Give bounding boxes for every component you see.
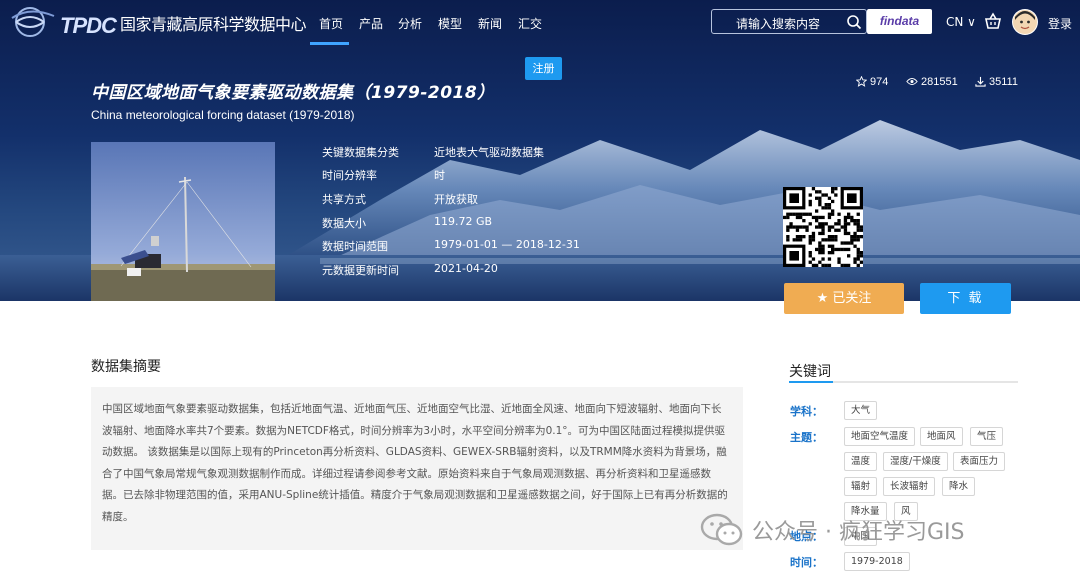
eye-icon bbox=[906, 78, 918, 85]
shopping-basket-icon[interactable] bbox=[984, 12, 1002, 30]
nav-home[interactable]: 首页 bbox=[319, 15, 343, 32]
login-link[interactable]: 登录 bbox=[1048, 15, 1072, 32]
stars-stat[interactable]: 974 bbox=[855, 75, 889, 88]
tpdc-logo[interactable]: TPDC bbox=[8, 4, 118, 40]
keyword-tag-theme[interactable]: 辐射 bbox=[844, 477, 878, 496]
abstract-panel: 中国区域地面气象要素驱动数据集，包括近地面气温、近地面气压、近地面空气比湿、近地… bbox=[91, 387, 743, 550]
findata-button[interactable]: findata bbox=[867, 9, 932, 34]
nav-news[interactable]: 新闻 bbox=[478, 15, 502, 32]
stars-count: 974 bbox=[870, 76, 889, 88]
keyword-tag-theme[interactable]: 温度 bbox=[844, 452, 878, 471]
keyword-tag-subject[interactable]: 大气 bbox=[844, 401, 878, 420]
search-icon[interactable] bbox=[846, 14, 862, 30]
keyword-tag-theme[interactable]: 湿度/干燥度 bbox=[883, 452, 948, 471]
star-icon bbox=[855, 75, 868, 87]
nav-products[interactable]: 产品 bbox=[359, 15, 383, 32]
downloads-count: 35111 bbox=[989, 76, 1018, 88]
search-input[interactable]: 请输入搜索内容 bbox=[711, 9, 867, 34]
qr-code bbox=[783, 187, 864, 268]
register-button[interactable]: 注册 bbox=[525, 57, 562, 80]
watermark: 公众号 · 疯狂学习GIS bbox=[700, 510, 1060, 550]
language-label: CN bbox=[946, 15, 964, 29]
nav-active-indicator bbox=[310, 42, 349, 45]
meta-value-sharing: 开放获取 bbox=[434, 193, 478, 206]
star-icon: ★ bbox=[816, 291, 833, 306]
dataset-subtitle: China meteorological forcing dataset (19… bbox=[91, 108, 355, 122]
keyword-tag-time[interactable]: 1979-2018 bbox=[844, 552, 910, 571]
top-navigation: TPDC 国家青藏高原科学数据中心 首页 产品 分析 模型 新闻 汇交 请输入搜… bbox=[0, 0, 1080, 45]
download-icon bbox=[975, 76, 986, 87]
keywords-divider-active bbox=[789, 381, 833, 383]
meta-label-time-range: 数据时间范围 bbox=[322, 240, 388, 253]
nav-submit[interactable]: 汇交 bbox=[518, 15, 542, 32]
keyword-tag-theme[interactable]: 地面空气温度 bbox=[844, 427, 916, 446]
abstract-heading: 数据集摘要 bbox=[91, 359, 161, 375]
meta-label-category: 关键数据集分类 bbox=[322, 146, 399, 159]
views-count: 281551 bbox=[921, 76, 958, 88]
findata-label: findata bbox=[879, 14, 920, 28]
keyword-tag-theme[interactable]: 地面风 bbox=[920, 427, 963, 446]
keyword-time-label: 时间： bbox=[790, 556, 823, 569]
follow-button[interactable]: ★ 已关注 bbox=[784, 283, 904, 314]
abstract-text: 中国区域地面气象要素驱动数据集，包括近地面气温、近地面气压、近地面空气比湿、近地… bbox=[102, 403, 728, 523]
user-avatar[interactable] bbox=[1012, 9, 1038, 35]
keyword-tag-theme[interactable]: 长波辐射 bbox=[883, 477, 936, 496]
page-root: TPDC 国家青藏高原科学数据中心 首页 产品 分析 模型 新闻 汇交 请输入搜… bbox=[0, 0, 1080, 572]
meta-label-time-resolution: 时间分辨率 bbox=[322, 169, 377, 182]
language-selector[interactable]: CN ∨ bbox=[946, 15, 976, 29]
meta-label-updated: 元数据更新时间 bbox=[322, 264, 399, 277]
keyword-subject-label: 学科： bbox=[790, 405, 823, 418]
views-stat: 281551 bbox=[906, 76, 958, 88]
globe-logo-icon bbox=[11, 7, 55, 37]
keywords-heading: 关键词 bbox=[789, 364, 831, 380]
keyword-tag-theme[interactable]: 降水 bbox=[942, 477, 976, 496]
meta-label-size: 数据大小 bbox=[322, 217, 366, 230]
meta-value-size: 119.72 GB bbox=[434, 215, 493, 228]
dataset-title: 中国区域地面气象要素驱动数据集（1979-2018） bbox=[91, 83, 495, 103]
nav-analysis[interactable]: 分析 bbox=[398, 15, 422, 32]
chevron-down-icon: ∨ bbox=[963, 15, 976, 29]
meta-label-sharing: 共享方式 bbox=[322, 193, 366, 206]
keyword-tag-theme[interactable]: 表面压力 bbox=[953, 452, 1006, 471]
wechat-icon bbox=[700, 513, 743, 546]
nav-models[interactable]: 模型 bbox=[438, 15, 462, 32]
dataset-thumbnail bbox=[91, 142, 275, 301]
watermark-text: 公众号 · 疯狂学习GIS bbox=[752, 520, 965, 545]
meta-value-category: 近地表大气驱动数据集 bbox=[434, 146, 544, 159]
search-placeholder: 请输入搜索内容 bbox=[736, 17, 821, 31]
avatar-icon bbox=[1013, 10, 1037, 34]
keyword-theme-label: 主题： bbox=[790, 431, 823, 444]
qr-code-icon bbox=[783, 187, 864, 268]
weather-station-image bbox=[91, 142, 275, 301]
follow-label: 已关注 bbox=[832, 291, 872, 306]
downloads-stat: 35111 bbox=[975, 76, 1018, 88]
keyword-tag-theme[interactable]: 气压 bbox=[970, 427, 1004, 446]
logo-text: TPDC bbox=[60, 13, 117, 38]
meta-value-time-resolution: 时 bbox=[434, 169, 445, 182]
site-name[interactable]: 国家青藏高原科学数据中心 bbox=[120, 11, 307, 35]
download-button[interactable]: 下 载 bbox=[920, 283, 1011, 314]
meta-value-updated: 2021-04-20 bbox=[434, 262, 498, 275]
meta-value-time-range: 1979-01-01 — 2018-12-31 bbox=[434, 238, 580, 251]
